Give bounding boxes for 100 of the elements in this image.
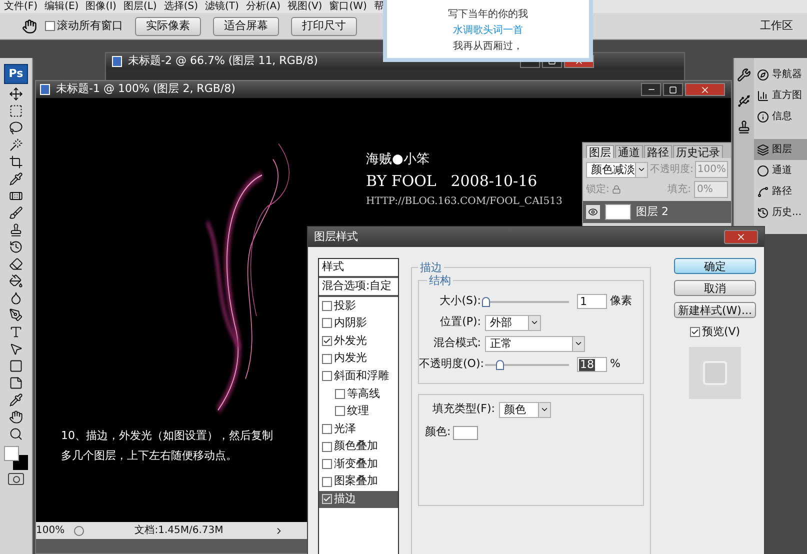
color-swatches[interactable] bbox=[4, 446, 28, 470]
quick-mask-icon[interactable] bbox=[8, 473, 24, 485]
dock-item[interactable]: 信息 bbox=[754, 106, 807, 127]
lock-icon[interactable] bbox=[612, 185, 622, 194]
menu-item[interactable]: 图层(L) bbox=[123, 2, 157, 12]
close-button[interactable] bbox=[724, 230, 758, 244]
dock-item[interactable]: 图层 bbox=[754, 139, 807, 160]
menu-item[interactable]: 选择(S) bbox=[164, 2, 198, 12]
panel-tab[interactable]: 路径 bbox=[644, 145, 672, 158]
usb-icon[interactable] bbox=[737, 94, 751, 108]
zoom-level[interactable]: 100% bbox=[36, 523, 64, 538]
panel-tab[interactable]: 图层 bbox=[586, 145, 614, 158]
checkbox[interactable] bbox=[335, 406, 345, 416]
eraser-icon[interactable] bbox=[9, 257, 23, 271]
menu-item[interactable]: 视图(V) bbox=[288, 2, 322, 12]
stamp-icon[interactable] bbox=[9, 223, 23, 237]
style-list-item[interactable]: 投影 bbox=[319, 297, 398, 315]
checkbox[interactable] bbox=[45, 21, 55, 31]
slider-thumb[interactable] bbox=[496, 360, 504, 370]
style-list-item[interactable]: 颜色叠加 bbox=[319, 438, 398, 456]
zoom-icon[interactable] bbox=[9, 427, 23, 441]
toolbar-button[interactable]: 适合屏幕 bbox=[213, 16, 279, 36]
toolbar-button[interactable]: 打印尺寸 bbox=[291, 16, 357, 36]
menu-item[interactable]: 滤镜(T) bbox=[204, 2, 239, 12]
workspace-label[interactable]: 工作区 bbox=[760, 18, 793, 34]
panel-tab[interactable]: 历史记录 bbox=[673, 145, 723, 158]
layer-row[interactable]: 图层 2 bbox=[583, 201, 731, 223]
magic-wand-icon[interactable] bbox=[9, 138, 23, 152]
dock-item[interactable]: 历史... bbox=[754, 202, 807, 223]
crop-icon[interactable] bbox=[9, 155, 23, 169]
style-list-item[interactable]: 渐变叠加 bbox=[319, 455, 398, 473]
position-select[interactable]: 外部 bbox=[485, 314, 541, 330]
style-list-header[interactable]: 样式 bbox=[319, 259, 398, 278]
checkbox[interactable] bbox=[322, 318, 332, 328]
marquee-icon[interactable] bbox=[9, 104, 23, 118]
visibility-toggle[interactable] bbox=[586, 205, 600, 219]
menu-item[interactable]: 帮 bbox=[374, 2, 384, 12]
menu-item[interactable]: 窗口(W) bbox=[329, 2, 367, 12]
minimize-button[interactable] bbox=[641, 83, 661, 96]
menu-item[interactable]: 图像(I) bbox=[86, 2, 116, 12]
lasso-icon[interactable] bbox=[9, 121, 23, 135]
checkbox[interactable] bbox=[322, 459, 332, 470]
checkbox[interactable] bbox=[335, 388, 345, 399]
paint-bucket-icon[interactable] bbox=[9, 274, 23, 288]
dialog-title: 图层样式 bbox=[314, 228, 358, 245]
checkbox[interactable] bbox=[690, 327, 700, 338]
pointer-icon[interactable] bbox=[9, 342, 23, 356]
checkbox[interactable] bbox=[322, 371, 332, 382]
fill-type-select[interactable]: 颜色 bbox=[499, 402, 551, 418]
dialog-button[interactable]: 确定 bbox=[674, 258, 756, 274]
brush-icon[interactable] bbox=[9, 206, 23, 220]
menu-item[interactable]: 编辑(E) bbox=[44, 2, 79, 12]
blend-mode-select[interactable]: 颜色减淡 bbox=[586, 162, 648, 178]
checkbox[interactable] bbox=[322, 494, 332, 504]
checkbox[interactable] bbox=[322, 424, 332, 434]
hand-icon[interactable] bbox=[9, 410, 23, 424]
dock-item[interactable]: 导航器 bbox=[754, 64, 807, 85]
checkbox[interactable] bbox=[322, 476, 332, 487]
menu-item[interactable]: 文件(F) bbox=[4, 2, 38, 12]
panel-tab[interactable]: 通道 bbox=[615, 145, 643, 158]
opacity-field[interactable]: 18 bbox=[577, 357, 607, 372]
menu-item[interactable]: 分析(A) bbox=[246, 2, 281, 12]
stamp-icon[interactable] bbox=[737, 120, 751, 134]
checkbox[interactable] bbox=[322, 442, 332, 452]
dialog-button[interactable]: 取消 bbox=[674, 280, 756, 296]
wrench-icon[interactable] bbox=[737, 68, 751, 82]
maximize-button[interactable] bbox=[663, 83, 683, 96]
checkbox[interactable] bbox=[322, 300, 332, 311]
checkbox[interactable] bbox=[322, 354, 332, 364]
style-list-item[interactable]: 斜面和浮雕 bbox=[319, 367, 398, 385]
style-list-header[interactable]: 混合选项:自定 bbox=[319, 278, 398, 297]
slider-thumb[interactable] bbox=[482, 296, 490, 306]
style-list-item[interactable]: 描边 bbox=[319, 490, 398, 508]
bandage-icon[interactable] bbox=[9, 189, 23, 203]
type-icon[interactable] bbox=[9, 325, 23, 339]
move-icon[interactable] bbox=[9, 87, 23, 101]
style-list-item[interactable]: 外发光 bbox=[319, 332, 398, 350]
style-list-item[interactable]: 图案叠加 bbox=[319, 472, 398, 491]
style-list-item[interactable]: 内发光 bbox=[319, 350, 398, 368]
blur-drop-icon[interactable] bbox=[9, 291, 23, 305]
rectangle-icon[interactable] bbox=[9, 359, 23, 373]
pen-icon[interactable] bbox=[9, 308, 23, 322]
toolbar-button[interactable]: 实际像素 bbox=[135, 16, 201, 36]
eyedropper-icon[interactable] bbox=[9, 393, 23, 407]
note-icon[interactable] bbox=[9, 376, 23, 390]
checkbox[interactable] bbox=[322, 336, 332, 346]
eyedropper-icon[interactable] bbox=[9, 172, 23, 186]
blend-mode-select[interactable]: 正常 bbox=[485, 336, 585, 352]
dialog-button[interactable]: 新建样式(W)... bbox=[674, 302, 756, 318]
dock-item[interactable]: 路径 bbox=[754, 181, 807, 202]
dock-item[interactable]: 直方图 bbox=[754, 85, 807, 106]
dock-item[interactable]: 通道 bbox=[754, 160, 807, 181]
style-list-item[interactable]: 光泽 bbox=[319, 420, 398, 438]
color-swatch[interactable] bbox=[452, 426, 478, 440]
style-list-item[interactable]: 等高线 bbox=[319, 384, 398, 403]
note-link[interactable]: 水调歌头词一首 bbox=[453, 23, 523, 38]
style-list-item[interactable]: 内阴影 bbox=[319, 314, 398, 332]
style-list-item[interactable]: 纹理 bbox=[319, 402, 398, 420]
hand-icon[interactable] bbox=[22, 18, 37, 34]
size-field[interactable]: 1 bbox=[577, 294, 607, 309]
